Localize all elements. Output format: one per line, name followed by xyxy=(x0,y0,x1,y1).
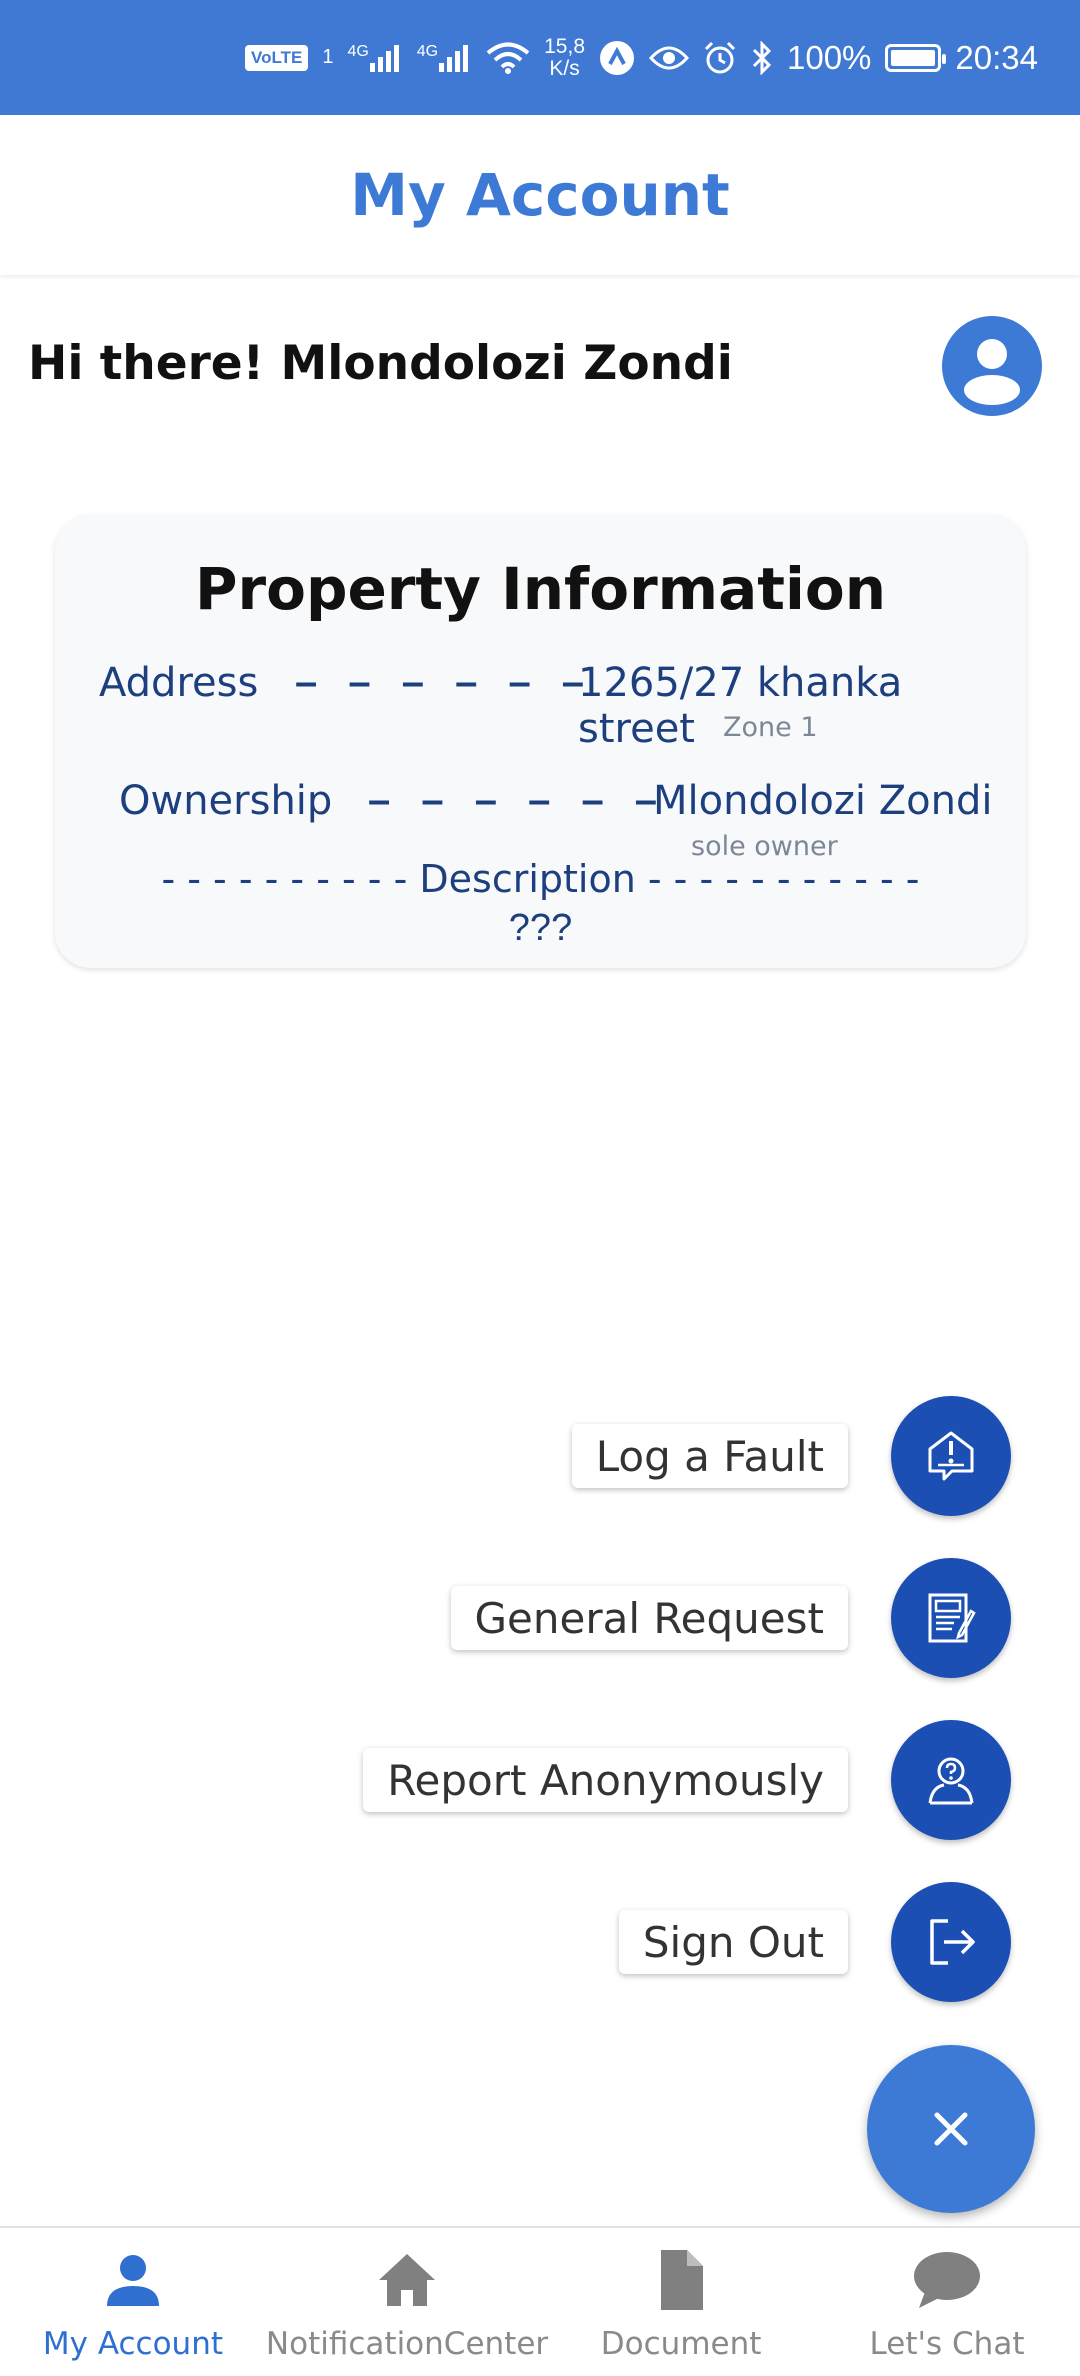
status-bar: VoLTE 1 4G 4G 15,8 K/s 100% 20:34 xyxy=(0,0,1080,115)
anonymous-person-icon xyxy=(928,1757,974,1805)
general-request-button[interactable] xyxy=(891,1558,1011,1678)
page-title: My Account xyxy=(350,161,730,229)
report-anonymously-label[interactable]: Report Anonymously xyxy=(363,1748,848,1812)
chat-bubble-icon xyxy=(914,2252,981,2308)
app-header: My Account xyxy=(0,115,1080,275)
address-label: Address xyxy=(99,660,259,706)
sign-out-icon xyxy=(930,1919,975,1965)
log-fault-button[interactable] xyxy=(891,1396,1011,1516)
nav-item-my-account[interactable]: My Account xyxy=(0,2228,266,2376)
network-speed: 15,8 K/s xyxy=(544,34,585,80)
fab-item-log-fault: Log a Fault xyxy=(0,1394,1080,1516)
network-type-2: 4G xyxy=(416,42,439,60)
greeting-text: Hi there! Mlondolozi Zondi xyxy=(28,336,733,391)
description-value: ??? xyxy=(508,907,573,949)
app-notification-icon xyxy=(599,40,635,76)
ownership-value: Mlondolozi Zondi xyxy=(653,778,993,824)
speed-unit: K/s xyxy=(549,56,580,80)
fab-item-report-anonymously: Report Anonymously xyxy=(0,1718,1080,1840)
nav-label-notification-center: NotificationCenter xyxy=(265,2326,549,2362)
card-title: Property Information xyxy=(194,555,886,623)
ownership-dashes: – – – – – – xyxy=(368,778,668,822)
volte-badge: VoLTE xyxy=(245,44,309,71)
person-icon xyxy=(964,339,1020,405)
log-fault-label[interactable]: Log a Fault xyxy=(571,1424,848,1488)
fab-item-sign-out: Sign Out xyxy=(0,1880,1080,2002)
fault-alert-icon xyxy=(928,1431,974,1481)
nav-item-document[interactable]: Document xyxy=(548,2228,814,2376)
report-anonymously-button[interactable] xyxy=(891,1720,1011,1840)
clock: 20:34 xyxy=(955,38,1038,76)
avatar[interactable] xyxy=(942,316,1042,416)
nav-label-my-account: My Account xyxy=(42,2326,224,2362)
wifi-icon xyxy=(486,42,530,74)
network-type-1: 4G xyxy=(347,42,369,60)
battery-percent: 100% xyxy=(787,38,872,76)
signal-icon: 4G xyxy=(347,43,402,73)
sign-out-button[interactable] xyxy=(891,1882,1011,2002)
document-icon xyxy=(661,2250,704,2310)
bluetooth-icon xyxy=(751,40,773,75)
fab-close-button[interactable] xyxy=(867,2045,1035,2213)
general-request-label[interactable]: General Request xyxy=(450,1586,848,1650)
speed-value: 15,8 xyxy=(544,34,585,58)
nav-item-notification-center[interactable]: NotificationCenter xyxy=(266,2228,548,2376)
alarm-icon xyxy=(703,41,737,75)
home-icon xyxy=(379,2254,436,2306)
sign-out-label[interactable]: Sign Out xyxy=(618,1910,848,1974)
sim-marker: 1 xyxy=(322,46,334,68)
request-form-icon xyxy=(928,1593,976,1643)
eye-icon xyxy=(649,44,689,72)
battery-icon xyxy=(885,43,947,72)
nav-item-lets-chat[interactable]: Let's Chat xyxy=(814,2228,1080,2376)
nav-label-lets-chat: Let's Chat xyxy=(869,2326,1025,2362)
fab-item-general-request: General Request xyxy=(0,1556,1080,1678)
nav-label-document: Document xyxy=(600,2326,762,2362)
description-label: - - - - - - - - - - Description - - - - … xyxy=(161,857,920,901)
close-icon xyxy=(934,2112,968,2146)
address-zone: Zone 1 xyxy=(723,712,818,743)
property-info-card: Property Information Address – – – – – –… xyxy=(55,515,1026,968)
signal-icon-2: 4G xyxy=(417,43,472,73)
address-dashes: – – – – – – xyxy=(295,660,595,704)
bottom-nav: My Account NotificationCenter Document L… xyxy=(0,2226,1080,2376)
ownership-label: Ownership xyxy=(119,778,333,824)
person-icon xyxy=(106,2255,159,2306)
